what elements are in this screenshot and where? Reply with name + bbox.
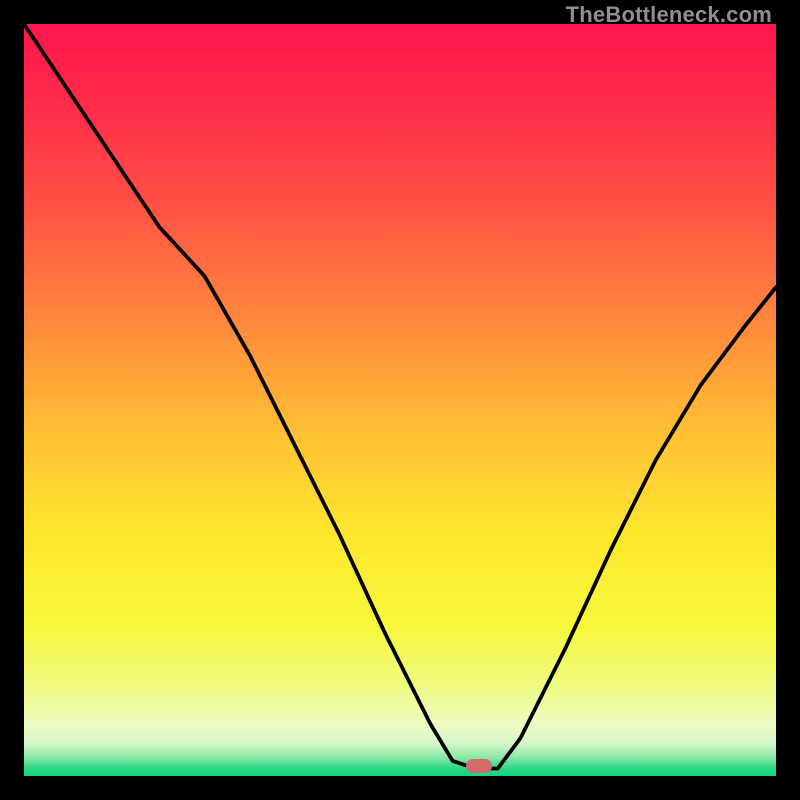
- optimal-point-marker: [466, 759, 492, 773]
- outer-frame: TheBottleneck.com: [0, 0, 800, 800]
- curve-line: [24, 24, 776, 776]
- plot-area: [24, 24, 776, 776]
- watermark-text: TheBottleneck.com: [566, 2, 772, 28]
